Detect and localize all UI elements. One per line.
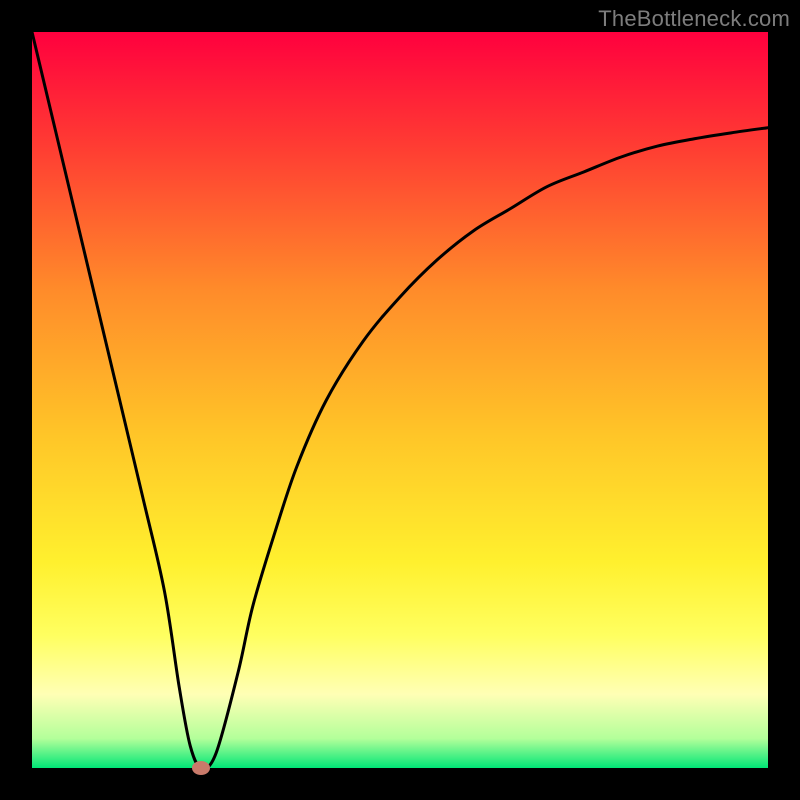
chart-frame: TheBottleneck.com [0,0,800,800]
watermark-text: TheBottleneck.com [598,6,790,32]
bottleneck-curve [32,32,768,768]
chart-plot-area [32,32,768,768]
minimum-marker [192,761,210,775]
